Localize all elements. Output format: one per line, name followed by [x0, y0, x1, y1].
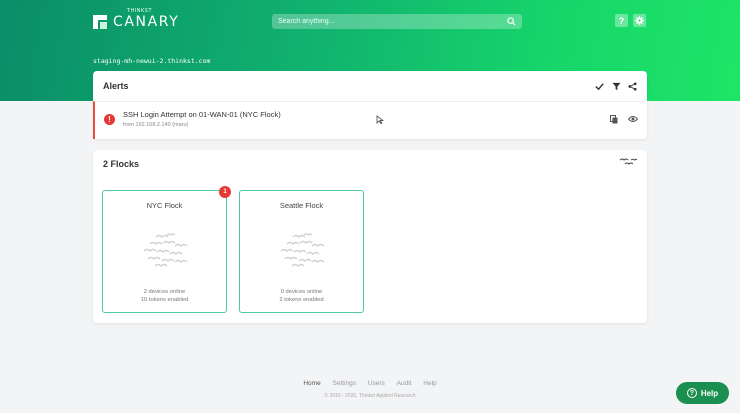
- settings-button[interactable]: [633, 14, 646, 27]
- search-input[interactable]: [278, 18, 507, 25]
- alert-title: SSH Login Attempt on 01-WAN-01 (NYC Floc…: [123, 110, 281, 119]
- help-button-label: Help: [700, 388, 719, 398]
- filter-icon: [611, 82, 621, 90]
- question-icon: ?: [618, 15, 625, 26]
- view-alert-button[interactable]: [628, 114, 638, 124]
- flock-devices-online: 2 devices online: [143, 289, 186, 295]
- alert-warning-icon: !: [104, 114, 115, 125]
- footer-link-help[interactable]: Help: [423, 380, 436, 387]
- share-icon: [627, 81, 637, 91]
- check-icon: [594, 82, 604, 90]
- logo-small-text: THINKST: [127, 8, 153, 14]
- canary-logo[interactable]: THINKST CANARY: [93, 8, 180, 32]
- alerts-title: Alerts: [103, 81, 129, 91]
- help-widget-button[interactable]: ? Help: [676, 382, 729, 404]
- add-flock-button[interactable]: [619, 157, 637, 167]
- flock-name: Seattle Flock: [279, 201, 324, 210]
- flock-card-nyc[interactable]: 1 NYC Flock 2 devices online 10 tokens e…: [102, 186, 231, 313]
- footer-nav: Home Settings Users Audit Help: [0, 380, 740, 387]
- flocks-card: 2 Flocks 1 NYC Flock 2 devices online 10…: [93, 150, 647, 323]
- flock-birds-icon: [143, 233, 188, 267]
- copy-alert-button[interactable]: [609, 114, 619, 124]
- acknowledge-all-button[interactable]: [594, 81, 604, 91]
- flock-devices-online: 0 devices online: [280, 289, 323, 295]
- logo-text: CANARY: [113, 14, 180, 30]
- footer-link-settings[interactable]: Settings: [333, 380, 357, 387]
- copy-icon: [610, 114, 618, 123]
- hostname-label: staging-mh-newui-2.thinkst.com: [93, 57, 211, 65]
- gear-icon: [635, 16, 644, 25]
- alert-row[interactable]: ! SSH Login Attempt on 01-WAN-01 (NYC Fl…: [93, 101, 647, 139]
- footer-link-home[interactable]: Home: [303, 380, 320, 387]
- share-button[interactable]: [627, 81, 637, 91]
- search-icon[interactable]: [507, 17, 516, 26]
- flocks-title: 2 Flocks: [103, 159, 140, 169]
- alert-source: from 192.168.2.140 (maru): [123, 122, 189, 128]
- footer-link-audit[interactable]: Audit: [397, 380, 412, 387]
- flock-tokens-enabled: 10 tokens enabled: [140, 297, 189, 303]
- question-circle-icon: ?: [686, 388, 697, 398]
- mouse-cursor-icon: [376, 115, 384, 124]
- footer-link-users[interactable]: Users: [368, 380, 385, 387]
- search-bar[interactable]: [272, 14, 522, 29]
- alerts-card: Alerts ! SSH Login Attempt on 01-WAN-01 …: [93, 71, 647, 139]
- birds-icon: [619, 158, 637, 165]
- flock-name: NYC Flock: [146, 201, 183, 210]
- flock-alert-badge: 1: [219, 186, 231, 198]
- flock-tokens-enabled: 2 tokens enabled: [279, 297, 324, 303]
- help-question-button[interactable]: ?: [615, 14, 628, 27]
- eye-icon: [628, 116, 638, 122]
- filter-button[interactable]: [611, 81, 621, 91]
- canary-logo-icon: [93, 15, 107, 29]
- copyright: © 2015 - 2020, Thinkst Applied Research: [324, 393, 416, 399]
- flock-birds-icon: [280, 233, 325, 267]
- flock-card-seattle[interactable]: Seattle Flock 0 devices online 2 tokens …: [239, 190, 364, 313]
